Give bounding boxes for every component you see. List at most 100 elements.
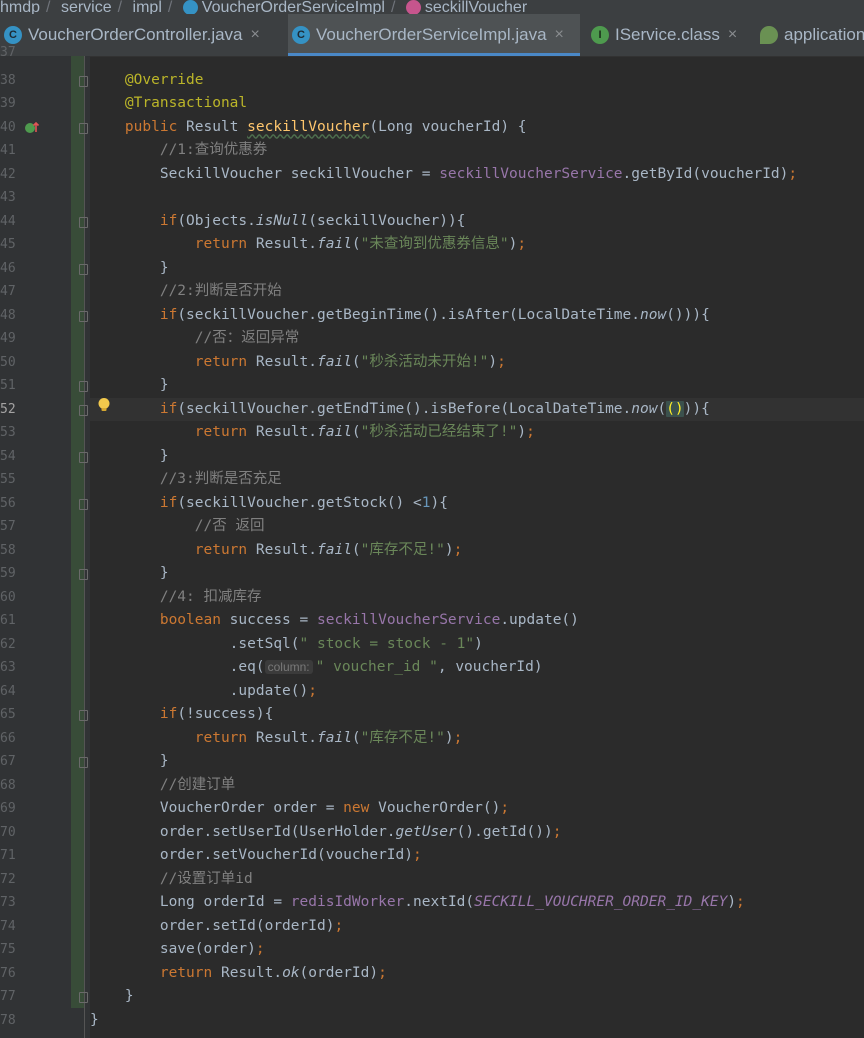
line-number[interactable]: 42 <box>0 163 16 187</box>
fold-toggle-icon[interactable] <box>79 569 88 580</box>
line-number[interactable]: 41 <box>0 139 16 163</box>
fold-toggle-icon[interactable] <box>79 498 88 510</box>
line-number[interactable]: 45 <box>0 233 16 257</box>
code-line[interactable]: 74 order.setId(orderId); <box>0 915 864 939</box>
code-line[interactable]: 56 if(seckillVoucher.getStock() <1){ <box>0 492 864 516</box>
code-line[interactable]: 76 return Result.ok(orderId); <box>0 962 864 986</box>
line-number[interactable]: 56 <box>0 492 16 516</box>
line-number[interactable]: 62 <box>0 633 16 657</box>
line-number[interactable]: 73 <box>0 891 16 915</box>
code-line[interactable]: 39 @Transactional <box>0 92 864 116</box>
breadcrumb-item-impl[interactable]: impl <box>133 0 162 14</box>
code-line[interactable]: 63 .eq(column: " voucher_id ", voucherId) <box>0 656 864 680</box>
line-number[interactable]: 47 <box>0 280 16 304</box>
line-number[interactable]: 51 <box>0 374 16 398</box>
code-line[interactable]: 44 if(Objects.isNull(seckillVoucher)){ <box>0 210 864 234</box>
code-line[interactable]: 42 SeckillVoucher seckillVoucher = secki… <box>0 163 864 187</box>
line-number[interactable]: 39 <box>0 92 16 116</box>
code-line[interactable]: 41 //1:查询优惠券 <box>0 139 864 163</box>
code-line[interactable]: 61 boolean success = seckillVoucherServi… <box>0 609 864 633</box>
line-number[interactable]: 63 <box>0 656 16 680</box>
line-number[interactable]: 65 <box>0 703 16 727</box>
code-line[interactable]: 45 return Result.fail("未查询到优惠券信息"); <box>0 233 864 257</box>
code-line[interactable]: 57 //否 返回 <box>0 515 864 539</box>
code-line[interactable]: 72 //设置订单id <box>0 868 864 892</box>
line-number[interactable]: 72 <box>0 868 16 892</box>
code-line[interactable]: 50 return Result.fail("秒杀活动未开始!"); <box>0 351 864 375</box>
line-number[interactable]: 61 <box>0 609 16 633</box>
code-line[interactable]: 73 Long orderId = redisIdWorker.nextId(S… <box>0 891 864 915</box>
line-number[interactable]: 55 <box>0 468 16 492</box>
fold-toggle-icon[interactable] <box>79 122 88 134</box>
line-number[interactable]: 64 <box>0 680 16 704</box>
code-line[interactable]: 77 } <box>0 985 864 1009</box>
breadcrumb-item-method[interactable]: seckillVoucher <box>425 0 527 14</box>
line-number[interactable]: 40 <box>0 116 16 140</box>
fold-toggle-icon[interactable] <box>79 757 88 768</box>
implements-method-icon[interactable] <box>24 120 40 136</box>
line-number[interactable]: 67 <box>0 750 16 774</box>
line-number[interactable]: 66 <box>0 727 16 751</box>
code-line[interactable]: 75 save(order); <box>0 938 864 962</box>
line-number[interactable]: 52 <box>0 398 16 422</box>
code-line[interactable]: 43 <box>0 186 864 210</box>
code-line[interactable]: 49 //否：返回异常 <box>0 327 864 351</box>
line-number[interactable]: 77 <box>0 985 16 1009</box>
line-number[interactable]: 44 <box>0 210 16 234</box>
code-line[interactable]: 54 } <box>0 445 864 469</box>
code-line[interactable]: 78} <box>0 1009 864 1033</box>
code-line[interactable]: 68 //创建订单 <box>0 774 864 798</box>
code-line[interactable]: 51 } <box>0 374 864 398</box>
line-number[interactable]: 75 <box>0 938 16 962</box>
code-line[interactable]: 66 return Result.fail("库存不足!"); <box>0 727 864 751</box>
code-line[interactable]: 38 @Override <box>0 69 864 93</box>
fold-toggle-icon[interactable] <box>79 381 88 392</box>
code-line[interactable]: 70 order.setUserId(UserHolder.getUser().… <box>0 821 864 845</box>
line-number[interactable]: 54 <box>0 445 16 469</box>
line-number[interactable]: 43 <box>0 186 16 210</box>
code-line[interactable]: 48 if(seckillVoucher.getBeginTime().isAf… <box>0 304 864 328</box>
line-number[interactable]: 38 <box>0 69 16 93</box>
breadcrumb-item-service[interactable]: service <box>61 0 112 14</box>
code-line[interactable]: 67 } <box>0 750 864 774</box>
code-line[interactable]: 58 return Result.fail("库存不足!"); <box>0 539 864 563</box>
line-number[interactable]: 69 <box>0 797 16 821</box>
line-number[interactable]: 50 <box>0 351 16 375</box>
code-line[interactable]: 60 //4: 扣减库存 <box>0 586 864 610</box>
fold-toggle-icon[interactable] <box>79 75 88 87</box>
breadcrumb-item-class[interactable]: VoucherOrderServiceImpl <box>202 0 385 14</box>
line-number[interactable]: 59 <box>0 562 16 586</box>
code-line[interactable]: 47 //2:判断是否开始 <box>0 280 864 304</box>
fold-toggle-icon[interactable] <box>79 710 88 721</box>
fold-toggle-icon[interactable] <box>79 451 88 463</box>
line-number[interactable]: 76 <box>0 962 16 986</box>
line-number[interactable]: 74 <box>0 915 16 939</box>
line-number[interactable]: 49 <box>0 327 16 351</box>
fold-toggle-icon[interactable] <box>79 404 88 416</box>
code-editor[interactable]: 37 38 @Override 39 @Transactional 40 publi… <box>0 45 864 1038</box>
line-number[interactable]: 68 <box>0 774 16 798</box>
line-number[interactable]: 48 <box>0 304 16 328</box>
breadcrumb-item-hmdp[interactable]: hmdp <box>0 0 40 14</box>
line-number[interactable]: 71 <box>0 844 16 868</box>
line-number[interactable]: 46 <box>0 257 16 281</box>
code-line[interactable]: 40 public Result seckillVoucher(Long vou… <box>0 116 864 140</box>
line-number[interactable]: 60 <box>0 586 16 610</box>
line-number[interactable]: 70 <box>0 821 16 845</box>
code-line[interactable]: 55 //3:判断是否充足 <box>0 468 864 492</box>
code-line[interactable]: 69 VoucherOrder order = new VoucherOrder… <box>0 797 864 821</box>
code-line[interactable]: 65 if(!success){ <box>0 703 864 727</box>
code-line[interactable]: 52 if(seckillVoucher.getEndTime().isBefo… <box>0 397 864 421</box>
line-number[interactable]: 57 <box>0 515 16 539</box>
code-line[interactable]: 59 } <box>0 562 864 586</box>
fold-toggle-icon[interactable] <box>79 992 88 1003</box>
fold-toggle-icon[interactable] <box>79 310 88 322</box>
code-line[interactable]: 71 order.setVoucherId(voucherId); <box>0 844 864 868</box>
code-line[interactable]: 46 } <box>0 257 864 281</box>
code-line[interactable]: 64 .update(); <box>0 680 864 704</box>
code-line[interactable]: 62 .setSql(" stock = stock - 1") <box>0 633 864 657</box>
line-number[interactable]: 58 <box>0 539 16 563</box>
fold-toggle-icon[interactable] <box>79 216 88 228</box>
vcs-change-marker[interactable] <box>71 56 85 1008</box>
code-line[interactable]: 53 return Result.fail("秒杀活动已经结束了!"); <box>0 421 864 445</box>
